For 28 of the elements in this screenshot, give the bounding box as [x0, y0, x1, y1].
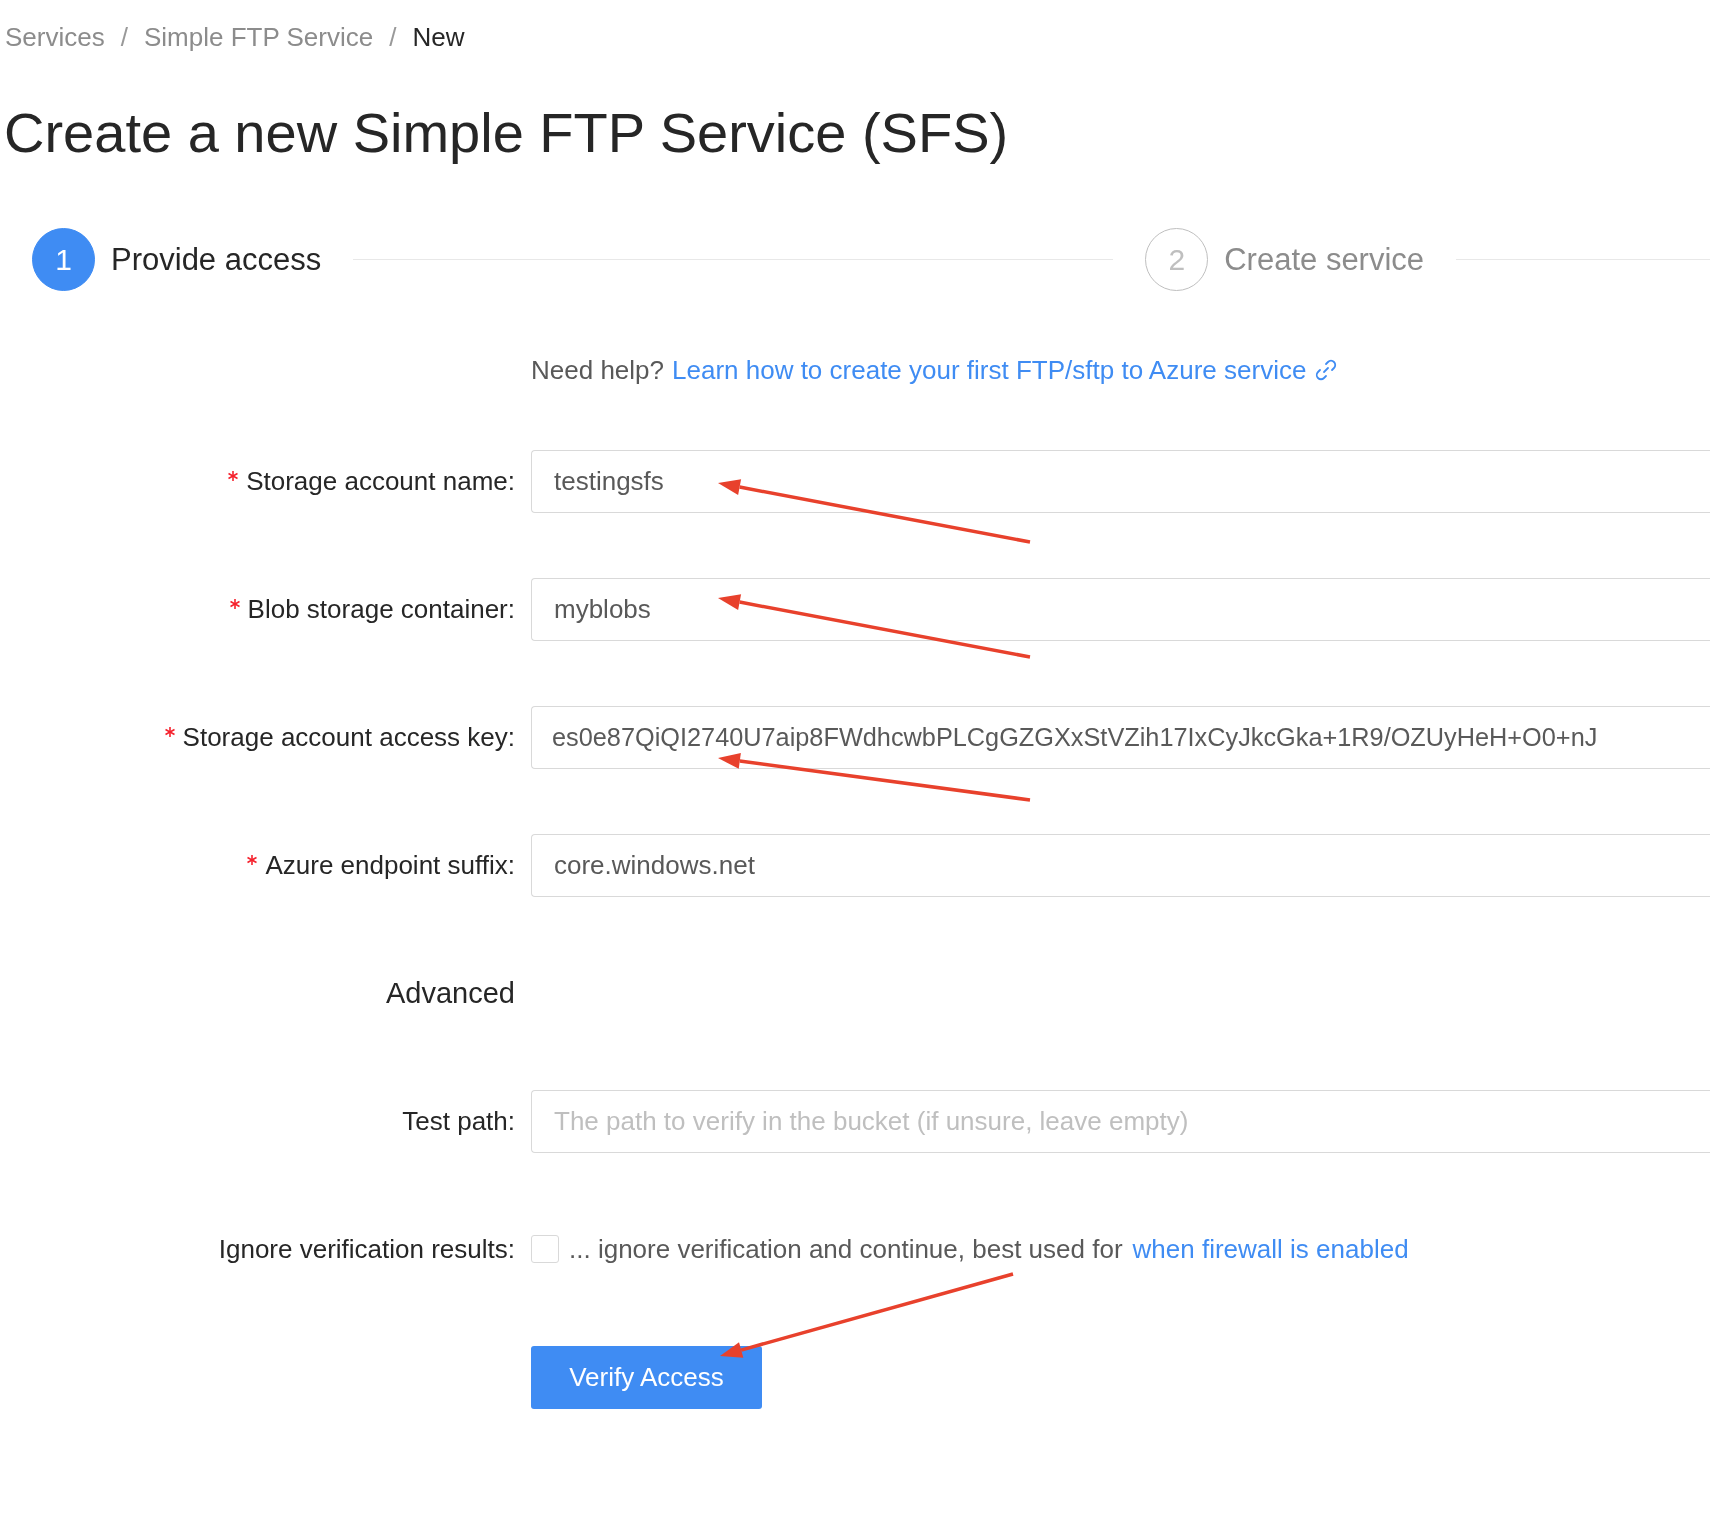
step-title: Create service	[1224, 241, 1425, 278]
firewall-link[interactable]: when firewall is enabled	[1132, 1233, 1409, 1265]
field-label: Azure endpoint suffix:	[265, 849, 515, 881]
page-title: Create a new Simple FTP Service (SFS)	[4, 100, 1010, 166]
step-title: Provide access	[111, 241, 322, 278]
field-label: Test path:	[402, 1105, 515, 1137]
checkbox[interactable]	[531, 1235, 559, 1264]
input-field[interactable]: core.windows.net	[531, 833, 1710, 897]
input-field[interactable]: testingsfs	[531, 449, 1710, 513]
field-label: Blob storage container:	[247, 593, 515, 625]
input-field[interactable]: es0e87QiQI2740U7aip8FWdhcwbPLCgGZGXxStVZih17IxCyJkcGka+1R9/OZUyHeH+O0+nJ	[531, 705, 1710, 769]
step-number: 1	[32, 228, 95, 292]
breadcrumb-separator: /	[388, 22, 398, 53]
breadcrumb-link[interactable]: New	[412, 22, 465, 53]
field-label: Storage account access key:	[182, 721, 515, 753]
breadcrumb-separator: /	[119, 22, 129, 53]
help-link[interactable]: Learn how to create your first FTP/sftp to Azure service	[672, 354, 1307, 386]
input-field[interactable]: The path to verify in the bucket (if unsure, leave empty)	[531, 1089, 1710, 1153]
field-label: Storage account name:	[246, 465, 515, 497]
verify-access-button[interactable]: Verify Access	[531, 1346, 762, 1410]
section-heading: Advanced	[386, 976, 515, 1010]
field-label: Ignore verification results:	[218, 1233, 515, 1265]
breadcrumb-link[interactable]: Simple FTP Service	[143, 22, 374, 53]
link-icon	[1314, 358, 1339, 383]
checkbox-label: ... ignore verification and continue, best used for	[569, 1233, 1123, 1265]
input-field[interactable]: myblobs	[531, 577, 1710, 641]
breadcrumb-link[interactable]: Services	[5, 22, 105, 53]
help-text: Need help?	[531, 354, 664, 386]
